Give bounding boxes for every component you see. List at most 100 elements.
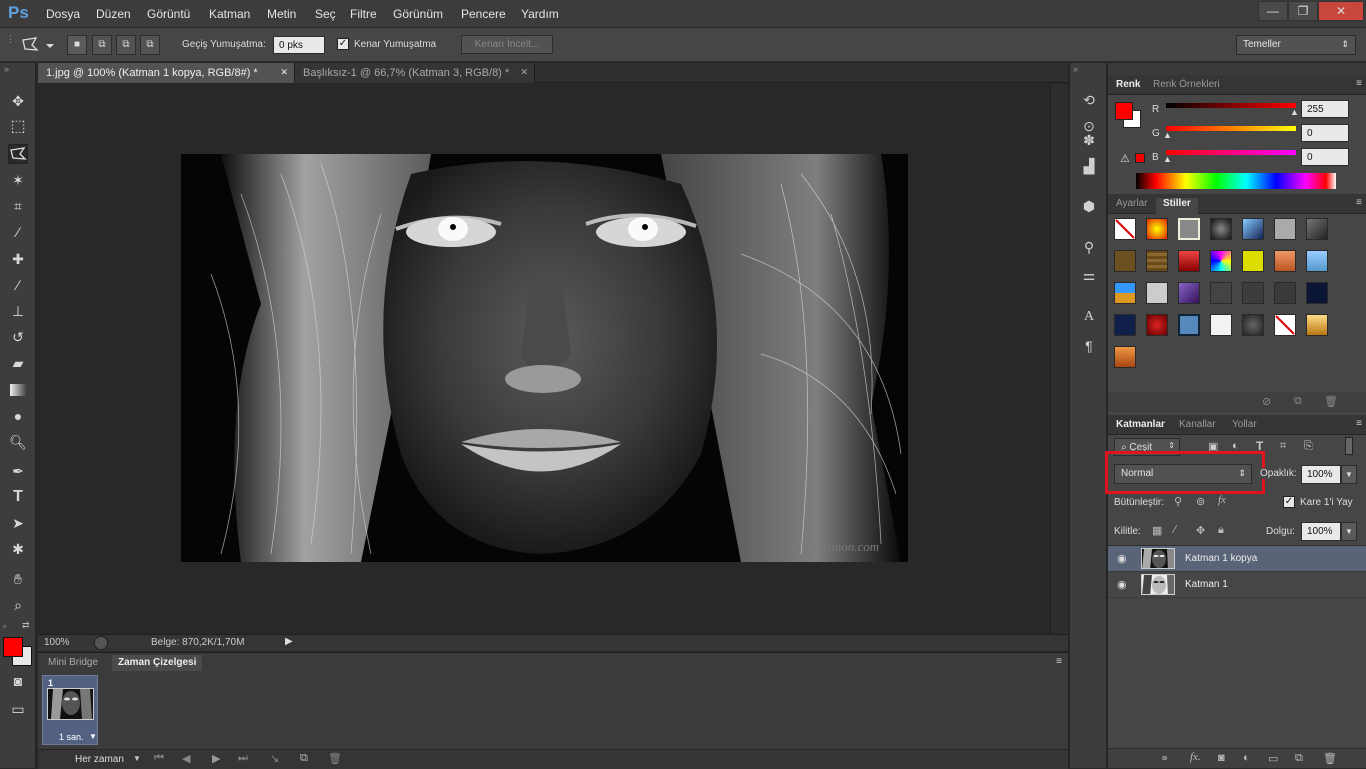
crop-tool-icon[interactable]: ⌗ [8,196,28,216]
eyedropper-icon[interactable]: ⁄ [8,222,28,242]
magic-wand-icon[interactable]: ✶ [8,170,28,190]
opacity-input[interactable]: 100% [1301,465,1341,484]
tab-styles[interactable]: Stiller [1156,198,1198,214]
menu-type[interactable]: Metin [267,7,296,21]
histogram-panel-icon[interactable]: ▟ [1079,156,1099,176]
style-swatch[interactable] [1146,282,1168,304]
menu-select[interactable]: Seç [315,7,336,21]
eye-icon[interactable]: ◉ [1117,552,1127,565]
loop-dropdown-icon[interactable]: ▼ [133,754,141,763]
brush-panel-icon[interactable]: ⚲ [1079,237,1099,257]
shape-tool-icon[interactable]: ✱ [8,539,28,559]
style-swatch[interactable] [1274,250,1296,272]
style-swatch[interactable] [1306,218,1328,240]
feather-input[interactable]: 0 pks [273,36,325,54]
eraser-tool-icon[interactable]: ▰ [8,353,28,373]
g-slider-thumb-icon[interactable]: ▲ [1163,130,1172,140]
tab-close-icon[interactable]: ✕ [280,67,288,78]
tab-1jpg[interactable]: 1.jpg @ 100% (Katman 1 kopya, RGB/8#) * … [38,63,295,83]
style-swatch[interactable] [1114,314,1136,336]
filter-smart-object-icon[interactable]: ⎘ [1304,440,1313,453]
new-selection-button[interactable]: ■ [67,35,87,55]
vertical-scrollbar[interactable] [1050,84,1068,634]
layer-row[interactable]: ◉ Katman 1 kopya [1108,546,1366,572]
r-slider-thumb-icon[interactable]: ▲ [1290,107,1299,117]
menu-edit[interactable]: Düzen [96,7,131,21]
g-input[interactable]: 0 [1301,124,1349,142]
next-frame-icon[interactable]: ⏭ [238,752,248,765]
r-input[interactable]: 255 [1301,100,1349,118]
gamut-swatch[interactable] [1135,153,1145,163]
tab-basliksiz[interactable]: Başlıksız-1 @ 66,7% (Katman 3, RGB/8) * … [295,63,535,83]
play-icon[interactable]: ▶ [212,752,220,765]
tab-color[interactable]: Renk [1116,79,1140,90]
color-foreground-swatch[interactable] [1115,102,1133,120]
type-tool-icon[interactable]: T [8,487,28,507]
preview-icon[interactable] [94,636,108,650]
style-swatch[interactable] [1210,218,1232,240]
style-swatch[interactable] [1178,218,1200,240]
healing-brush-icon[interactable]: ✚ [8,249,28,269]
swap-colors-icon[interactable]: ⇄ [22,620,30,631]
fill-input[interactable]: 100% [1301,522,1341,541]
unify-position-icon[interactable]: ⚲ [1174,495,1182,508]
new-group-icon[interactable]: ▭ [1268,752,1278,765]
link-layers-icon[interactable]: ⚭ [1160,752,1169,765]
restore-button[interactable]: ❐ [1288,1,1318,21]
tab-close-icon[interactable]: ✕ [520,67,528,78]
delete-frame-icon[interactable]: 🗑︎ [328,752,342,765]
style-swatch[interactable] [1114,282,1136,304]
clear-style-icon[interactable]: ⊘ [1262,395,1271,408]
stamp-tool-icon[interactable]: ⊥ [8,301,28,321]
style-swatch[interactable] [1178,282,1200,304]
foreground-color-swatch[interactable] [3,637,23,657]
workspace-select[interactable]: Temeller ⇕ [1236,35,1356,55]
tween-icon[interactable]: ↘ [270,752,279,765]
style-swatch[interactable] [1146,314,1168,336]
delay-dropdown-icon[interactable]: ▼ [89,732,97,741]
lock-transparent-icon[interactable]: ▦ [1152,524,1162,537]
minimize-button[interactable]: — [1258,1,1288,21]
menu-file[interactable]: Dosya [46,7,80,21]
g-slider[interactable] [1166,126,1296,131]
quick-mask-icon[interactable]: ◙ [8,671,28,691]
close-button[interactable]: ✕ [1318,1,1364,21]
style-swatch[interactable] [1178,314,1200,336]
tab-adjustments[interactable]: Ayarlar [1116,198,1148,209]
first-frame-icon[interactable]: ⏮ [154,752,164,765]
panel-menu-icon[interactable]: ≡ [1356,78,1362,89]
default-colors-icon[interactable]: ▫ [3,621,6,631]
b-input[interactable]: 0 [1301,148,1349,166]
subtract-selection-button[interactable]: ⧉ [116,35,136,55]
style-swatch[interactable] [1306,282,1328,304]
actions-panel-icon[interactable]: ✽ [1079,130,1099,150]
document-image[interactable]: Sirke Limon.com [181,154,908,562]
tool-preset-picker[interactable] [20,35,56,55]
add-mask-icon[interactable]: ◙ [1218,752,1225,764]
b-slider[interactable] [1166,150,1296,155]
style-swatch[interactable] [1274,282,1296,304]
style-swatch[interactable] [1114,250,1136,272]
unify-visibility-icon[interactable]: ⊚ [1196,495,1205,508]
style-swatch[interactable] [1114,346,1136,368]
tab-swatches[interactable]: Renk Örnekleri [1153,79,1220,90]
menu-view[interactable]: Görünüm [393,7,443,21]
history-brush-icon[interactable]: ↺ [8,327,28,347]
r-slider[interactable] [1166,103,1296,108]
screen-mode-icon[interactable]: ▭ [8,699,28,719]
frame-delay[interactable]: 1 san. [59,732,84,742]
new-layer-icon[interactable]: ⧉ [1295,752,1303,765]
zoom-level[interactable]: 100% [44,637,70,648]
style-swatch[interactable] [1274,314,1296,336]
style-swatch[interactable] [1242,218,1264,240]
zoom-tool-icon[interactable]: ⌕ [8,595,28,615]
pen-tool-icon[interactable]: ✒ [8,461,28,481]
prev-frame-icon[interactable]: ◀ [182,752,190,765]
tab-channels[interactable]: Kanallar [1179,419,1216,430]
tab-timeline[interactable]: Zaman Çizelgesi [112,655,203,671]
style-swatch[interactable] [1242,314,1264,336]
style-swatch[interactable] [1306,314,1328,336]
animation-frame[interactable]: 1 1 san. ▼ [42,675,98,745]
delete-layer-icon[interactable]: 🗑︎ [1323,752,1337,765]
menu-help[interactable]: Yardım [521,7,559,21]
